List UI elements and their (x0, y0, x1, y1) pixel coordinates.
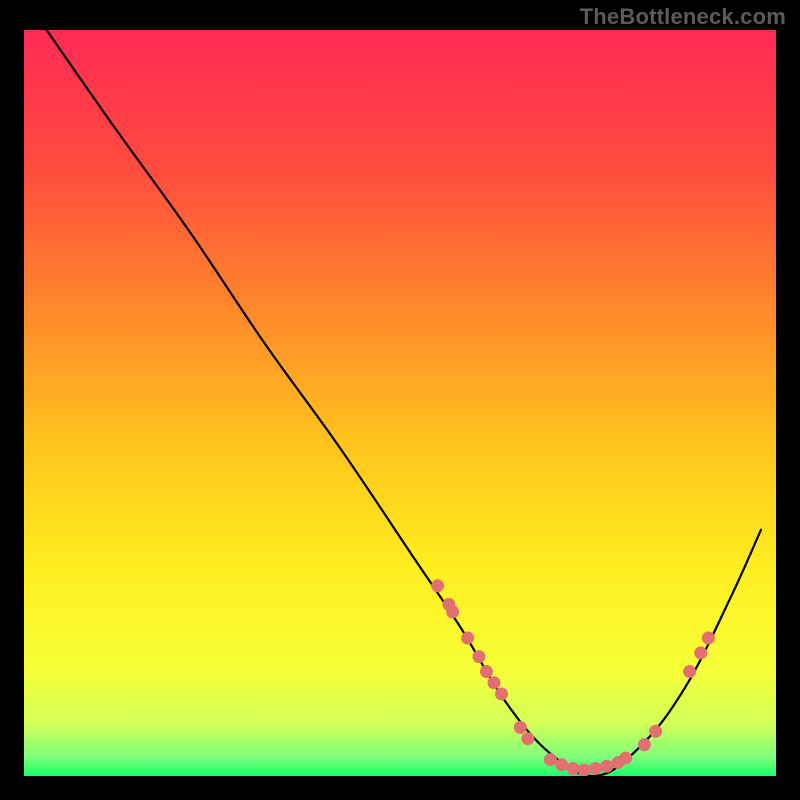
bottleneck-chart (0, 0, 800, 800)
gradient-background (24, 30, 776, 776)
data-point (578, 764, 591, 777)
data-point (431, 579, 444, 592)
data-point (694, 646, 707, 659)
data-point (702, 631, 715, 644)
data-point (619, 752, 632, 765)
data-point (446, 605, 459, 618)
data-point (495, 687, 508, 700)
data-point (600, 760, 613, 773)
data-point (514, 721, 527, 734)
data-point (649, 725, 662, 738)
data-point (521, 732, 534, 745)
data-point (555, 758, 568, 771)
data-point (461, 631, 474, 644)
data-point (589, 762, 602, 775)
data-point (683, 665, 696, 678)
data-point (488, 676, 501, 689)
data-point (638, 738, 651, 751)
chart-container: { "watermark": "TheBottleneck.com", "cha… (0, 0, 800, 800)
data-point (566, 762, 579, 775)
data-point (472, 650, 485, 663)
watermark-text: TheBottleneck.com (580, 6, 786, 28)
data-point (480, 665, 493, 678)
data-point (544, 753, 557, 766)
